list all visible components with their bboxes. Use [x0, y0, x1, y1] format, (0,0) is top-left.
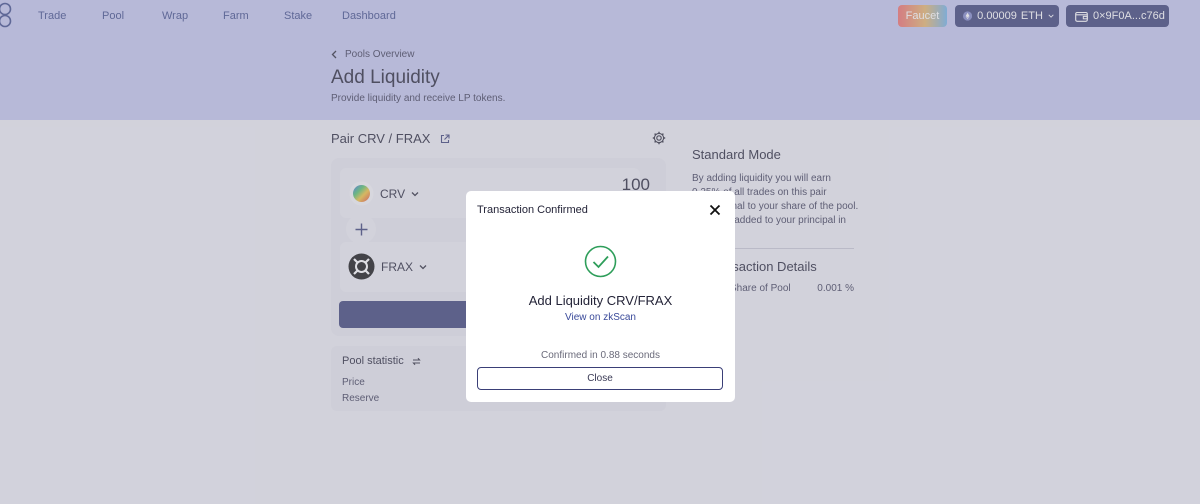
success-check-icon	[584, 245, 617, 278]
close-icon[interactable]	[709, 204, 721, 216]
close-button[interactable]: Close	[477, 367, 723, 390]
modal-heading: Add Liquidity CRV/FRAX	[528, 293, 673, 308]
modal-title: Transaction Confirmed	[477, 204, 588, 216]
view-on-zkscan-link[interactable]: View on zkScan	[466, 312, 735, 323]
confirmation-status: Confirmed in 0.88 seconds	[541, 350, 660, 361]
transaction-confirmed-modal: Transaction Confirmed Add Liquidity CRV/…	[466, 191, 735, 402]
